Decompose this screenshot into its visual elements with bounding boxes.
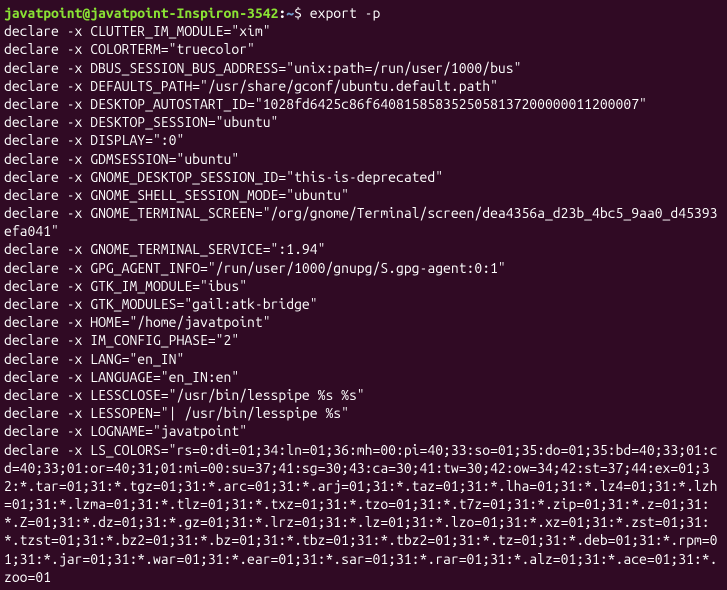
output-line: declare -x GNOME_TERMINAL_SCREEN="/org/g… <box>4 204 723 240</box>
output-line: declare -x COLORTERM="truecolor" <box>4 40 723 58</box>
output-line: declare -x DEFAULTS_PATH="/usr/share/gco… <box>4 77 723 95</box>
command-text: export -p <box>310 5 381 21</box>
output-line: declare -x GNOME_SHELL_SESSION_MODE="ubu… <box>4 186 723 204</box>
prompt-dollar: $ <box>294 5 302 21</box>
output-line: declare -x GDMSESSION="ubuntu" <box>4 150 723 168</box>
terminal[interactable]: javatpoint@javatpoint-Inspiron-3542:~$ e… <box>4 4 723 586</box>
output-line: declare -x HOME="/home/javatpoint" <box>4 313 723 331</box>
output-line: declare -x CLUTTER_IM_MODULE="xim" <box>4 22 723 40</box>
output-line: declare -x LANGUAGE="en_IN:en" <box>4 368 723 386</box>
output-line: declare -x DESKTOP_SESSION="ubuntu" <box>4 113 723 131</box>
prompt-user-host: javatpoint@javatpoint-Inspiron-3542 <box>4 5 278 21</box>
output-line: declare -x GPG_AGENT_INFO="/run/user/100… <box>4 259 723 277</box>
output-line: declare -x IM_CONFIG_PHASE="2" <box>4 331 723 349</box>
prompt-line: javatpoint@javatpoint-Inspiron-3542:~$ e… <box>4 4 723 22</box>
output-line: declare -x LESSCLOSE="/usr/bin/lesspipe … <box>4 386 723 404</box>
output-line: declare -x LOGNAME="javatpoint" <box>4 422 723 440</box>
output-line: declare -x LESSOPEN="| /usr/bin/lesspipe… <box>4 404 723 422</box>
output-line: declare -x GNOME_DESKTOP_SESSION_ID="thi… <box>4 168 723 186</box>
output-line: declare -x GNOME_TERMINAL_SERVICE=":1.94… <box>4 240 723 258</box>
output-line: declare -x DBUS_SESSION_BUS_ADDRESS="uni… <box>4 59 723 77</box>
prompt-path: ~ <box>286 5 294 21</box>
output-line: declare -x LS_COLORS="rs=0:di=01;34:ln=0… <box>4 441 723 587</box>
output-line: declare -x LANG="en_IN" <box>4 350 723 368</box>
output-line: declare -x DISPLAY=":0" <box>4 131 723 149</box>
output-line: declare -x GTK_IM_MODULE="ibus" <box>4 277 723 295</box>
output-line: declare -x DESKTOP_AUTOSTART_ID="1028fd6… <box>4 95 723 113</box>
output-line: declare -x GTK_MODULES="gail:atk-bridge" <box>4 295 723 313</box>
